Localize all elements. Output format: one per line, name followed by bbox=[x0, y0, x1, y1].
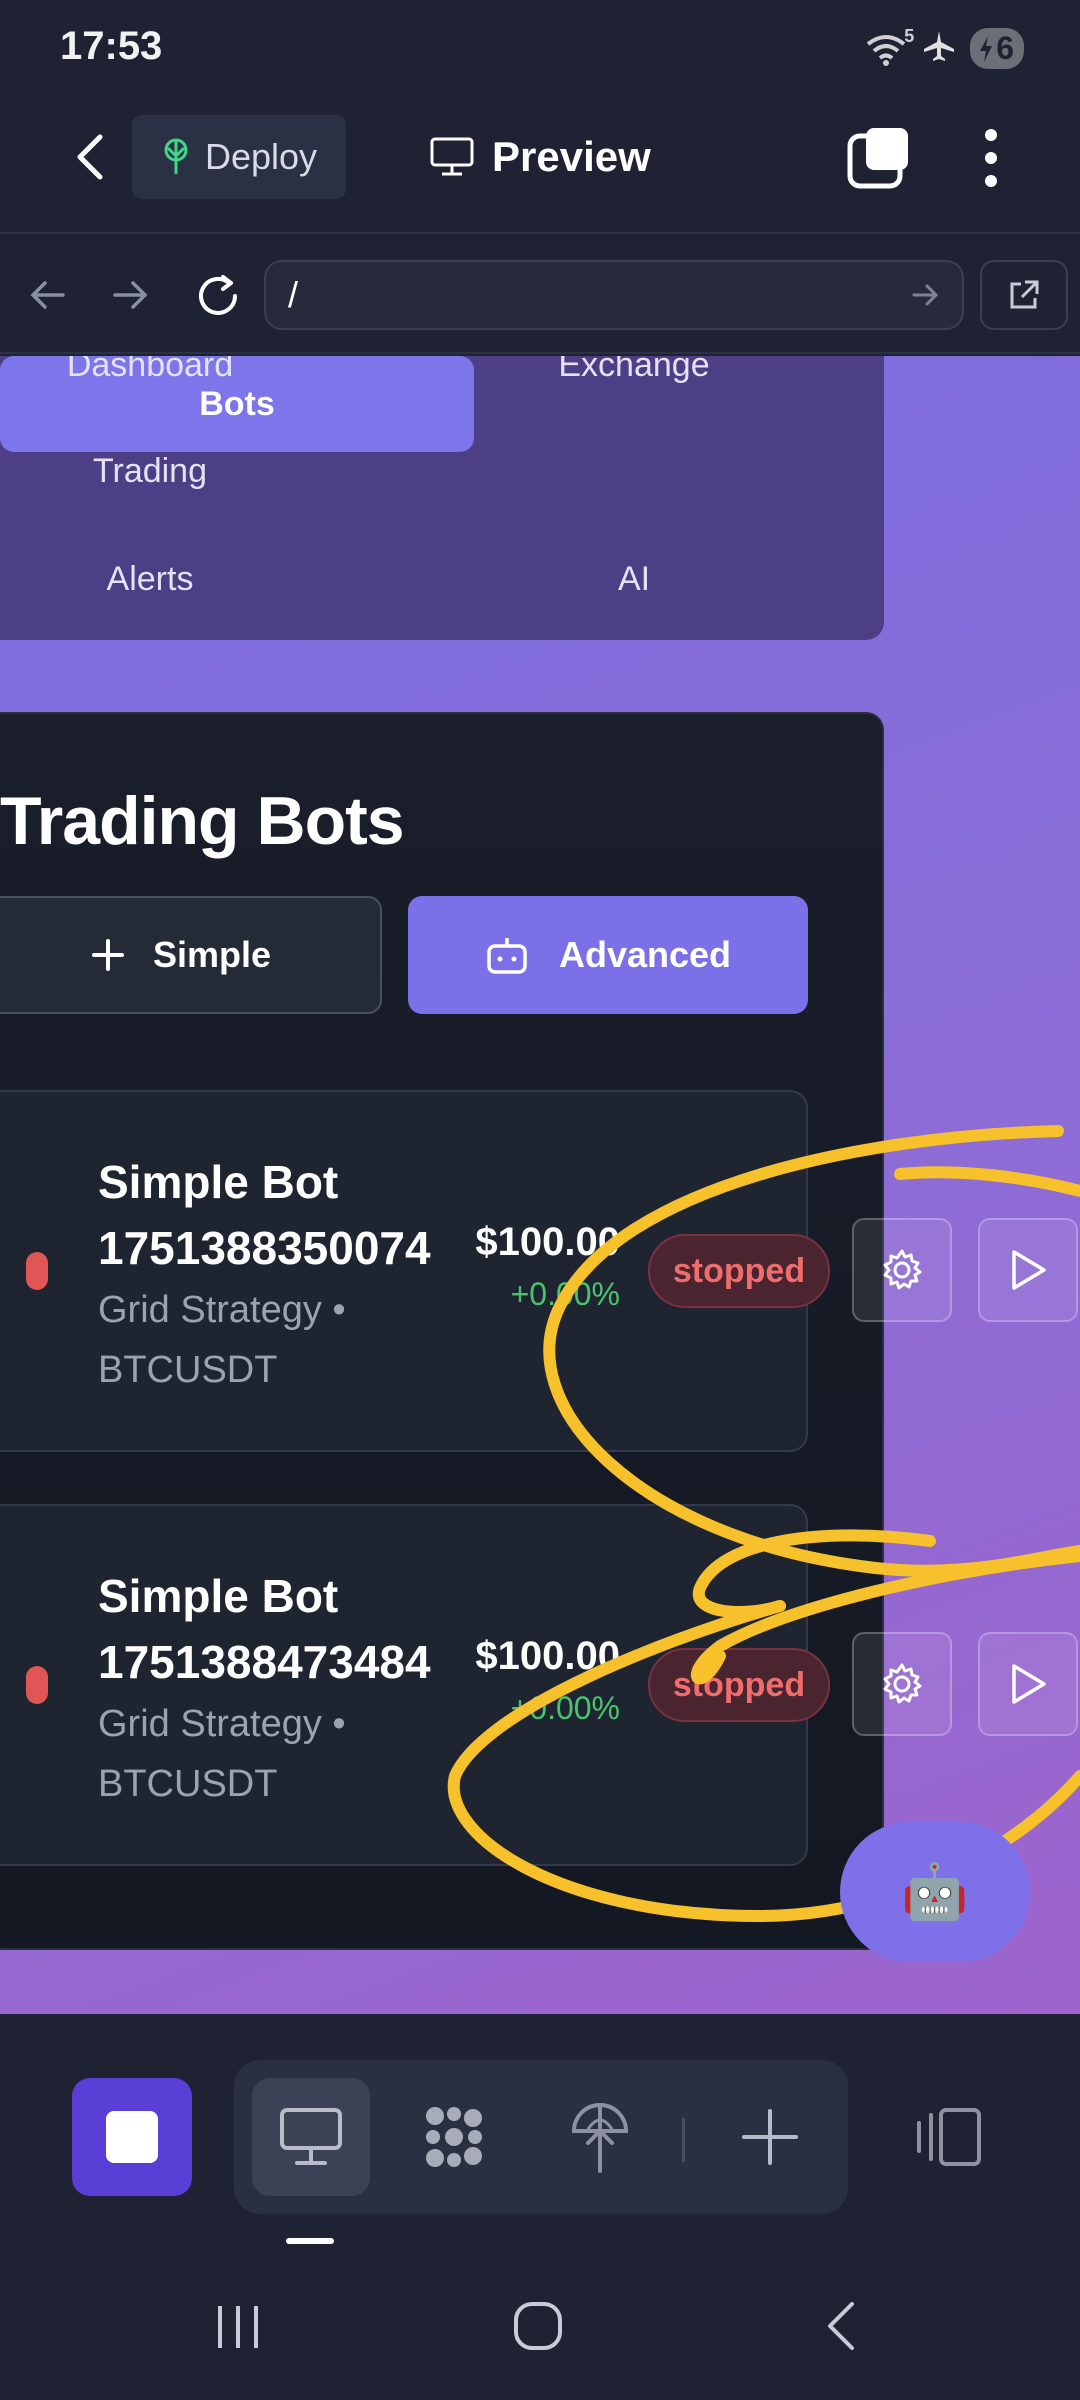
nav-item-dashboard[interactable]: Dashboard bbox=[0, 356, 300, 385]
simple-label: Simple bbox=[152, 934, 272, 975]
advanced-label: Advanced bbox=[558, 934, 732, 975]
bot-card[interactable]: Simple Bot 1751388350074 Grid Strategy •… bbox=[0, 1090, 830, 1452]
tabs-icon bbox=[847, 128, 908, 189]
bot-card[interactable]: Simple Bot 1751388473484 Grid Strategy •… bbox=[0, 1504, 830, 1866]
bot-start-button[interactable] bbox=[978, 1218, 1078, 1322]
wifi-icon: 5 bbox=[864, 26, 914, 66]
robot-face-icon: 🤖 bbox=[901, 1861, 969, 1922]
battery-level: 6 bbox=[996, 30, 1014, 66]
more-menu-button[interactable] bbox=[966, 124, 1016, 192]
system-back-button[interactable] bbox=[810, 2298, 870, 2354]
status-time: 17:53 bbox=[60, 24, 163, 68]
preview-button[interactable]: Preview bbox=[430, 115, 651, 199]
nav-item-trading[interactable]: Trading bbox=[0, 452, 300, 491]
external-link-icon bbox=[1010, 280, 1039, 309]
more-vertical-icon bbox=[985, 129, 997, 187]
nav-item-alerts[interactable]: Alerts bbox=[0, 560, 300, 599]
bot-strategy-line2: BTCUSDT bbox=[98, 1349, 278, 1391]
preview-label: Preview bbox=[492, 133, 651, 180]
bot-name-line2: 1751388350074 bbox=[98, 1222, 431, 1274]
status-badge: stopped bbox=[648, 1234, 830, 1308]
ai-assistant-fab[interactable]: 🤖 bbox=[840, 1822, 1030, 1962]
browser-back-button[interactable] bbox=[22, 270, 72, 320]
bot-price: $100.00 bbox=[475, 1634, 620, 1678]
recents-button[interactable] bbox=[206, 2300, 270, 2354]
monitor-icon bbox=[280, 2108, 342, 2165]
bot-change: +0.00% bbox=[510, 1276, 620, 1312]
bot-strategy-line1: Grid Strategy • bbox=[98, 1289, 346, 1331]
robot-icon bbox=[487, 938, 527, 974]
stop-button[interactable] bbox=[72, 2078, 192, 2196]
recents-icon bbox=[218, 2306, 258, 2348]
bot-name-line1: Simple Bot bbox=[98, 1570, 339, 1622]
battery-indicator: 6 bbox=[970, 28, 1024, 69]
open-external-button[interactable] bbox=[980, 260, 1068, 330]
stop-icon bbox=[106, 2111, 158, 2163]
plus-icon bbox=[91, 939, 124, 971]
split-view-button[interactable] bbox=[898, 2078, 998, 2196]
gear-icon bbox=[883, 1249, 922, 1290]
reload-button[interactable] bbox=[190, 268, 246, 324]
plus-icon bbox=[742, 2109, 798, 2165]
bot-price: $100.00 bbox=[475, 1220, 620, 1264]
reload-icon bbox=[199, 275, 237, 315]
integrations-icon bbox=[426, 2107, 482, 2167]
status-badge: stopped bbox=[648, 1648, 830, 1722]
bot-name-line2: 1751388473484 bbox=[98, 1636, 431, 1688]
integrations-button[interactable] bbox=[404, 2078, 504, 2196]
bot-change: +0.00% bbox=[510, 1690, 620, 1726]
add-advanced-bot-button[interactable]: Advanced bbox=[408, 896, 808, 1014]
toolbar-divider bbox=[682, 2118, 685, 2162]
arrow-left-icon bbox=[30, 281, 65, 309]
chevron-left-icon bbox=[77, 134, 103, 180]
charging-icon bbox=[980, 35, 993, 62]
split-view-icon bbox=[917, 2108, 981, 2166]
bots-title: Trading Bots bbox=[0, 783, 405, 859]
bot-name-line1: Simple Bot bbox=[98, 1156, 339, 1208]
nav-item-ai[interactable]: AI bbox=[484, 560, 784, 599]
bot-strategy-line2: BTCUSDT bbox=[98, 1763, 278, 1805]
play-icon bbox=[1012, 1664, 1046, 1704]
bot-strategy-line1: Grid Strategy • bbox=[98, 1703, 346, 1745]
back-button[interactable] bbox=[60, 124, 120, 190]
web-viewport: Dashboard Exchange Trading Bots Alerts A… bbox=[0, 356, 1080, 2014]
browser-forward-button[interactable] bbox=[106, 270, 156, 320]
bot-settings-button[interactable] bbox=[852, 1218, 952, 1322]
play-icon bbox=[1012, 1250, 1046, 1290]
deploy-label: Deploy bbox=[204, 136, 318, 177]
publish-icon bbox=[571, 2103, 629, 2173]
nav-item-exchange[interactable]: Exchange bbox=[484, 356, 784, 385]
gear-icon bbox=[883, 1663, 922, 1704]
status-icons: 5 6 bbox=[864, 26, 1024, 69]
tabs-button[interactable] bbox=[846, 124, 918, 192]
url-text: / bbox=[288, 274, 299, 315]
deploy-button[interactable]: Deploy bbox=[132, 115, 346, 199]
active-tool-indicator bbox=[286, 2238, 334, 2244]
bot-start-button[interactable] bbox=[978, 1632, 1078, 1736]
wifi-badge: 5 bbox=[904, 25, 915, 46]
add-simple-bot-button[interactable]: Simple bbox=[0, 896, 382, 1014]
go-arrow-icon[interactable] bbox=[912, 283, 940, 307]
arrow-right-icon bbox=[113, 281, 148, 309]
airplane-icon bbox=[922, 29, 956, 68]
home-icon bbox=[514, 2302, 562, 2350]
chevron-left-icon bbox=[828, 2302, 854, 2350]
url-input[interactable]: / bbox=[264, 260, 964, 330]
monitor-icon bbox=[430, 137, 474, 176]
new-tab-button[interactable] bbox=[720, 2078, 820, 2196]
home-button[interactable] bbox=[506, 2296, 570, 2356]
deploy-icon bbox=[164, 138, 188, 174]
status-dot bbox=[26, 1666, 48, 1704]
site-nav: Dashboard Exchange Trading Bots Alerts A… bbox=[0, 356, 884, 640]
desktop-view-button[interactable] bbox=[252, 2078, 370, 2196]
publish-button[interactable] bbox=[550, 2078, 650, 2196]
status-dot bbox=[26, 1252, 48, 1290]
bot-settings-button[interactable] bbox=[852, 1632, 952, 1736]
